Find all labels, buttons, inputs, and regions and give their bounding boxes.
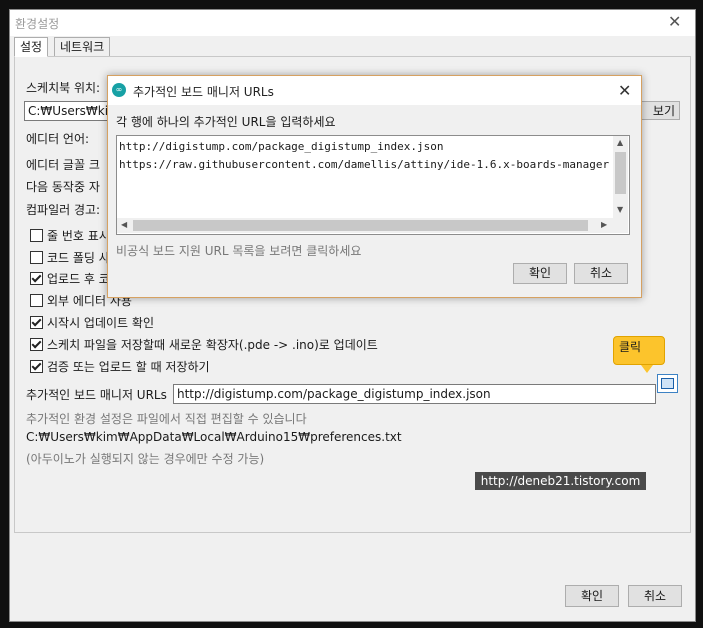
dialog-cancel-button[interactable]: 취소 xyxy=(574,263,628,284)
checkbox-box[interactable] xyxy=(30,272,43,285)
scroll-right-icon[interactable]: ▶ xyxy=(601,220,607,229)
title-bar: 환경설정 ✕ xyxy=(10,10,695,36)
checkbox-check-updates[interactable]: 시작시 업데이트 확인 xyxy=(30,315,154,331)
vertical-scroll-thumb[interactable] xyxy=(615,152,626,194)
checkbox-label: 검증 또는 업로드 할 때 저장하기 xyxy=(47,360,210,374)
checkbox-box[interactable] xyxy=(30,229,43,242)
board-urls-input[interactable]: http://digistump.com/package_digistump_i… xyxy=(173,384,656,404)
vertical-scrollbar[interactable]: ▲ ▼ xyxy=(613,136,628,218)
checkbox-label: 줄 번호 표시 xyxy=(47,229,110,243)
watermark: http://deneb21.tistory.com xyxy=(475,472,646,490)
window-title: 환경설정 xyxy=(15,17,60,31)
editor-language-label: 에디터 언어: xyxy=(26,132,90,146)
checkbox-box[interactable] xyxy=(30,316,43,329)
urls-textarea[interactable]: http://digistump.com/package_digistump_i… xyxy=(116,135,630,235)
checkbox-box[interactable] xyxy=(30,294,43,307)
window-glyph xyxy=(661,378,674,389)
close-icon[interactable]: ✕ xyxy=(668,12,681,31)
checkbox-label: 업로드 후 코 xyxy=(47,272,110,286)
verbose-output-label: 다음 동작중 자 xyxy=(26,180,100,194)
prefs-file-path[interactable]: C:₩Users₩kim₩AppData₩Local₩Arduino15₩pre… xyxy=(26,430,402,444)
checkbox-line-numbers[interactable]: 줄 번호 표시 xyxy=(30,228,110,244)
checkbox-label: 시작시 업데이트 확인 xyxy=(47,316,154,330)
unofficial-boards-link[interactable]: 비공식 보드 지원 URL 목록을 보려면 클릭하세요 xyxy=(116,242,361,259)
more-prefs-hint: 추가적인 환경 설정은 파일에서 직접 편집할 수 있습니다 xyxy=(26,412,307,426)
tab-network[interactable]: 네트워크 xyxy=(54,37,111,57)
click-callout: 클릭 xyxy=(613,336,665,365)
checkbox-code-folding[interactable]: 코드 폴딩 사 xyxy=(30,250,110,266)
checkbox-update-extension[interactable]: 스케치 파일을 저장할때 새로운 확장자(.pde -> .ino)로 업데이트 xyxy=(30,337,378,353)
url-line: http://digistump.com/package_digistump_i… xyxy=(119,140,444,153)
checkbox-label: 스케치 파일을 저장할때 새로운 확장자(.pde -> .ino)로 업데이트 xyxy=(47,338,378,352)
url-line: https://raw.githubusercontent.com/damell… xyxy=(119,158,610,171)
close-icon[interactable]: ✕ xyxy=(618,81,631,100)
checkbox-label: 코드 폴딩 사 xyxy=(47,251,110,265)
edit-urls-window-icon[interactable] xyxy=(657,374,678,393)
checkbox-verify-after-upload[interactable]: 업로드 후 코 xyxy=(30,271,110,287)
sketchbook-label: 스케치북 위치: xyxy=(26,81,101,95)
tab-settings[interactable]: 설정 xyxy=(14,37,49,57)
dialog-title: 추가적인 보드 매니저 URLs xyxy=(133,85,274,99)
board-urls-label: 추가적인 보드 매니저 URLs xyxy=(26,388,167,402)
callout-tail xyxy=(641,365,653,373)
dialog-ok-button[interactable]: 확인 xyxy=(513,263,567,284)
arduino-logo-icon: ∞ xyxy=(112,83,126,97)
dialog-instruction: 각 행에 하나의 추가적인 URL을 입력하세요 xyxy=(116,115,336,129)
editor-font-label: 에디터 글꼴 크 xyxy=(26,158,100,172)
scroll-up-icon[interactable]: ▲ xyxy=(617,138,623,147)
horizontal-scrollbar[interactable]: ◀ ▶ xyxy=(117,218,628,233)
checkbox-save-on-verify[interactable]: 검증 또는 업로드 할 때 저장하기 xyxy=(30,359,210,375)
checkbox-box[interactable] xyxy=(30,360,43,373)
board-urls-dialog: ∞ 추가적인 보드 매니저 URLs ✕ 각 행에 하나의 추가적인 URL을 … xyxy=(107,75,642,298)
scroll-down-icon[interactable]: ▼ xyxy=(617,205,623,214)
checkbox-box[interactable] xyxy=(30,338,43,351)
ok-button[interactable]: 확인 xyxy=(565,585,619,607)
edit-only-hint: (아두이노가 실행되지 않는 경우에만 수정 가능) xyxy=(26,452,265,466)
cancel-button[interactable]: 취소 xyxy=(628,585,682,607)
horizontal-scroll-thumb[interactable] xyxy=(133,220,588,231)
scroll-left-icon[interactable]: ◀ xyxy=(121,220,127,229)
checkbox-box[interactable] xyxy=(30,251,43,264)
compiler-warnings-label: 컴파일러 경고: xyxy=(26,203,101,217)
dialog-title-bar: ∞ 추가적인 보드 매니저 URLs ✕ xyxy=(108,76,641,105)
